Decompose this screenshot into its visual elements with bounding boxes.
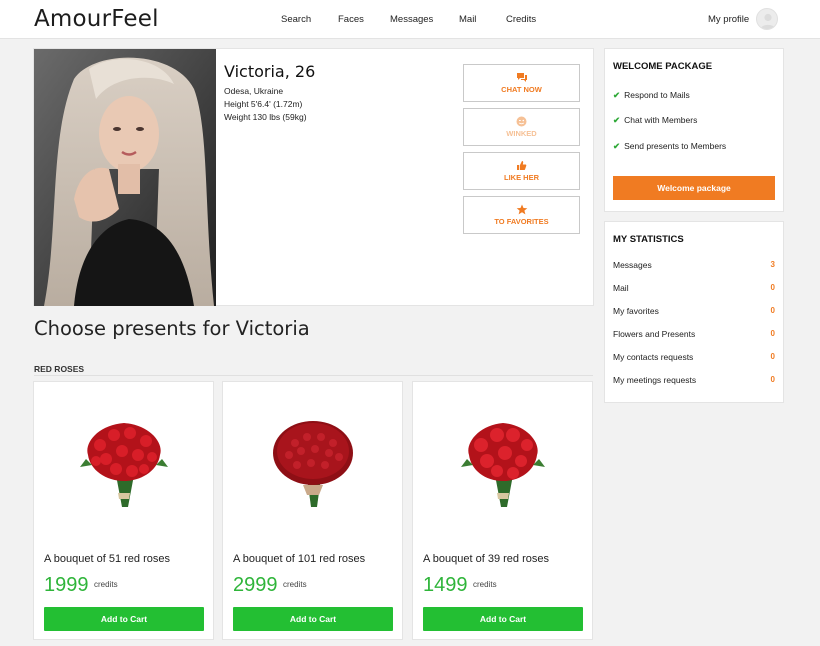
gift-price: 1499 [423, 574, 468, 596]
rose-bouquet-image [80, 423, 168, 507]
profile-height: Height 5'6.4' (1.72m) [224, 99, 303, 109]
profile-card: Victoria, 26 Odesa, Ukraine Height 5'6.4… [33, 48, 594, 306]
statistics-panel: MY STATISTICS Messages 3 Mail 0 My favor… [604, 221, 784, 403]
gift-price-unit: credits [473, 580, 497, 589]
stat-value: 0 [770, 283, 775, 292]
category-title: RED ROSES [34, 364, 85, 374]
nav-faces[interactable]: Faces [338, 14, 364, 25]
welcome-item: ✔ Respond to Mails [613, 90, 690, 101]
avatar[interactable] [756, 8, 778, 30]
site-logo[interactable]: AmourFeel [34, 6, 159, 32]
stat-row-contacts-requests[interactable]: My contacts requests 0 [613, 352, 775, 362]
gift-price-unit: credits [283, 580, 307, 589]
chat-now-label: CHAT NOW [501, 85, 542, 94]
stat-label: Messages [613, 260, 652, 270]
gift-card[interactable]: A bouquet of 39 red roses 1499 credits A… [412, 381, 593, 640]
welcome-package-button[interactable]: Welcome package [613, 176, 775, 200]
stat-row-favorites[interactable]: My favorites 0 [613, 306, 775, 316]
star-icon [516, 204, 527, 215]
stat-value: 0 [770, 352, 775, 361]
add-to-cart-button[interactable]: Add to Cart [423, 607, 583, 631]
portrait-image [34, 49, 216, 306]
rose-bouquet-image [273, 421, 353, 507]
stat-value: 3 [770, 260, 775, 269]
add-to-cart-button[interactable]: Add to Cart [44, 607, 204, 631]
user-placeholder-icon [760, 13, 776, 29]
gift-price: 2999 [233, 574, 278, 596]
stat-row-flowers-presents[interactable]: Flowers and Presents 0 [613, 329, 775, 339]
chat-icon [516, 73, 527, 82]
stat-value: 0 [770, 375, 775, 384]
welcome-package-panel: WELCOME PACKAGE ✔ Respond to Mails ✔ Chat … [604, 48, 784, 212]
profile-location: Odesa, Ukraine [224, 86, 284, 96]
checkmark-icon: ✔ [613, 90, 621, 100]
like-her-button[interactable]: LIKE HER [463, 152, 580, 190]
checkmark-icon: ✔ [613, 115, 621, 125]
stat-label: Flowers and Presents [613, 329, 696, 339]
gift-card[interactable]: A bouquet of 51 red roses 1999 credits A… [33, 381, 214, 640]
profile-weight: Weight 130 lbs (59kg) [224, 112, 307, 122]
nav-mail[interactable]: Mail [459, 14, 476, 25]
stat-label: My favorites [613, 306, 659, 316]
stat-row-meetings-requests[interactable]: My meetings requests 0 [613, 375, 775, 385]
chat-now-button[interactable]: CHAT NOW [463, 64, 580, 102]
presents-heading: Choose presents for Victoria [34, 317, 310, 340]
to-favorites-button[interactable]: TO FAVORITES [463, 196, 580, 234]
profile-name-age: Victoria, 26 [224, 62, 316, 81]
my-profile-link[interactable]: My profile [708, 14, 749, 25]
stat-value: 0 [770, 329, 775, 338]
like-her-label: LIKE HER [503, 173, 539, 182]
gift-price-unit: credits [94, 580, 118, 589]
wink-icon [516, 116, 527, 127]
winked-button[interactable]: WINKED [463, 108, 580, 146]
stat-label: Mail [613, 283, 629, 293]
gift-name: A bouquet of 101 red roses [233, 553, 366, 565]
statistics-title: MY STATISTICS [613, 234, 684, 245]
gift-price: 1999 [44, 574, 89, 596]
stat-label: My contacts requests [613, 352, 694, 362]
nav-credits[interactable]: Credits [506, 14, 536, 25]
welcome-item: ✔ Send presents to Members [613, 141, 726, 152]
welcome-item: ✔ Chat with Members [613, 115, 697, 126]
category-divider [34, 375, 593, 376]
nav-messages[interactable]: Messages [390, 14, 433, 25]
welcome-package-title: WELCOME PACKAGE [613, 61, 713, 72]
stat-label: My meetings requests [613, 375, 697, 385]
stat-row-messages[interactable]: Messages 3 [613, 260, 775, 270]
checkmark-icon: ✔ [613, 141, 621, 151]
rose-bouquet-image [461, 423, 545, 507]
top-navigation-bar: AmourFeel Search Faces Messages Mail Cre… [0, 0, 820, 39]
profile-photo[interactable] [34, 49, 216, 306]
welcome-item-label: Send presents to Members [624, 141, 727, 151]
add-to-cart-button[interactable]: Add to Cart [233, 607, 393, 631]
winked-label: WINKED [506, 129, 537, 138]
welcome-item-label: Respond to Mails [624, 90, 690, 100]
welcome-item-label: Chat with Members [624, 115, 698, 125]
stat-row-mail[interactable]: Mail 0 [613, 283, 775, 293]
stat-value: 0 [770, 306, 775, 315]
to-favorites-label: TO FAVORITES [494, 217, 549, 226]
thumbs-up-icon [517, 161, 527, 170]
gift-card[interactable]: A bouquet of 101 red roses 2999 credits … [222, 381, 403, 640]
nav-search[interactable]: Search [281, 14, 311, 25]
gift-name: A bouquet of 39 red roses [423, 553, 549, 565]
gift-name: A bouquet of 51 red roses [44, 553, 170, 565]
